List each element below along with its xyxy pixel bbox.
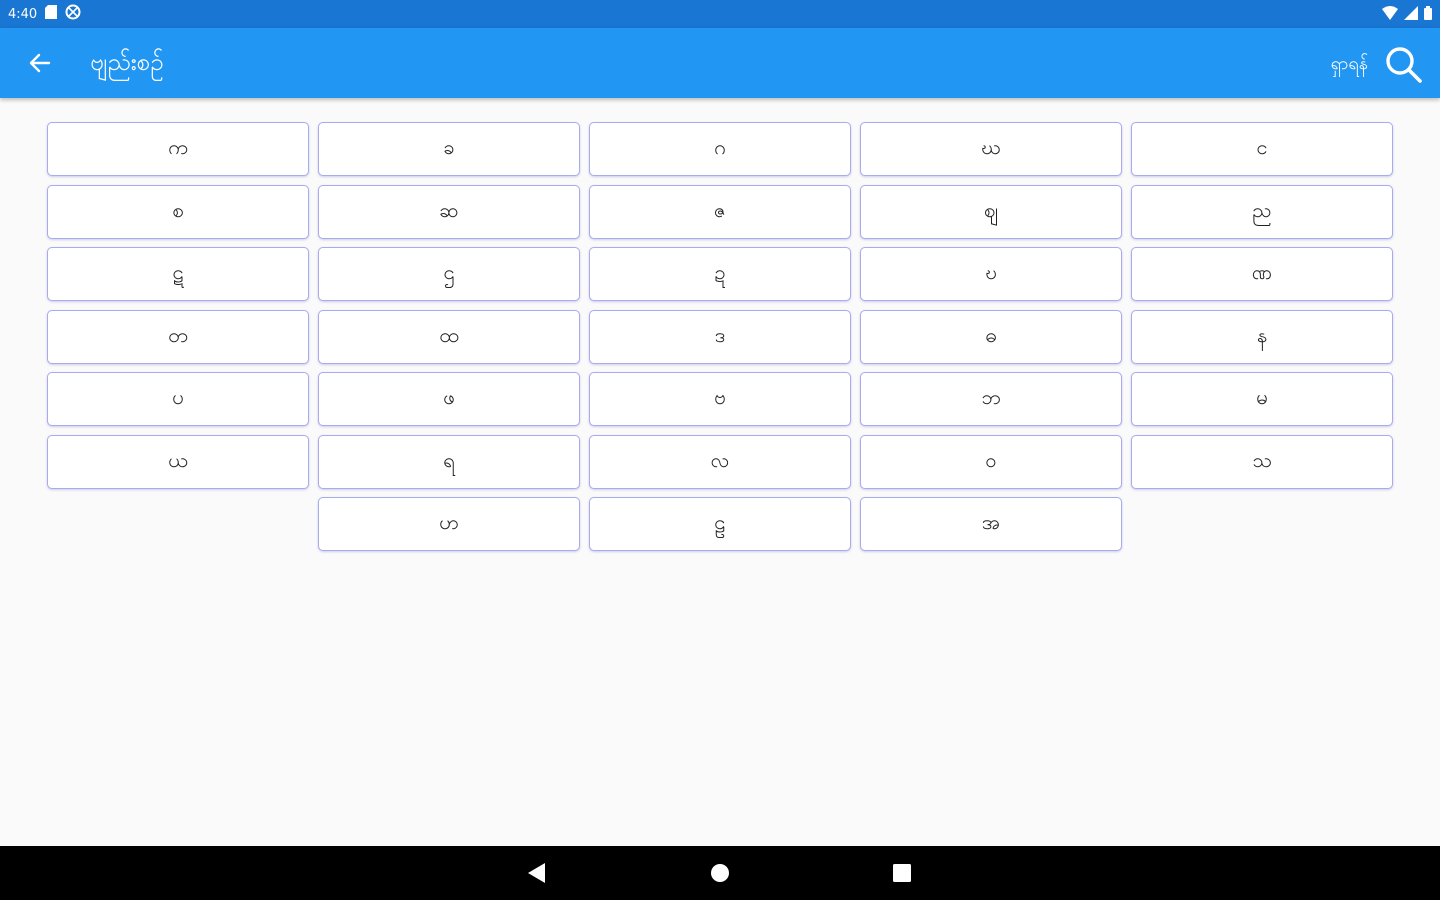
letter-key[interactable]: ဇ — [589, 185, 851, 239]
letter-key[interactable]: ဠ — [589, 497, 851, 551]
letter-key[interactable]: ဂ — [589, 122, 851, 176]
letter-grid: ကခဂဃငစဆဇဈညဋဌဍဎဏတထဒဓနပဖဗဘမယရလဝသဟဠအ — [0, 0, 1440, 846]
letter-key[interactable]: ခ — [318, 122, 580, 176]
letter-key[interactable]: ဋ — [47, 247, 309, 301]
letter-key[interactable]: ယ — [47, 435, 309, 489]
nav-home-button[interactable] — [705, 858, 735, 888]
square-recents-icon — [893, 864, 911, 882]
letter-key[interactable]: ဝ — [860, 435, 1122, 489]
triangle-back-icon — [528, 863, 545, 883]
circle-home-icon — [711, 864, 729, 882]
letter-key[interactable]: ဃ — [860, 122, 1122, 176]
letter-key[interactable]: က — [47, 122, 309, 176]
nav-recents-button[interactable] — [887, 858, 917, 888]
letter-key[interactable]: ဈ — [860, 185, 1122, 239]
letter-key[interactable]: ထ — [318, 310, 580, 364]
letter-key[interactable]: န — [1131, 310, 1393, 364]
letter-key[interactable]: လ — [589, 435, 851, 489]
letter-key[interactable]: ဌ — [318, 247, 580, 301]
letter-key[interactable]: ဗ — [589, 372, 851, 426]
letter-key[interactable]: ရ — [318, 435, 580, 489]
letter-key[interactable]: တ — [47, 310, 309, 364]
letter-key[interactable]: သ — [1131, 435, 1393, 489]
letter-key[interactable]: မ — [1131, 372, 1393, 426]
letter-key[interactable]: ဒ — [589, 310, 851, 364]
letter-key[interactable]: ဖ — [318, 372, 580, 426]
letter-key[interactable]: ည — [1131, 185, 1393, 239]
nav-back-button[interactable] — [522, 858, 552, 888]
letter-key[interactable]: ဆ — [318, 185, 580, 239]
letter-key[interactable]: စ — [47, 185, 309, 239]
letter-key[interactable]: ဎ — [860, 247, 1122, 301]
navigation-bar — [0, 846, 1440, 900]
letter-key[interactable]: ဘ — [860, 372, 1122, 426]
letter-key[interactable]: ပ — [47, 372, 309, 426]
letter-key[interactable]: ဓ — [860, 310, 1122, 364]
letter-key[interactable]: ဏ — [1131, 247, 1393, 301]
letter-key[interactable]: င — [1131, 122, 1393, 176]
letter-key[interactable]: အ — [860, 497, 1122, 551]
letter-key[interactable]: ဟ — [318, 497, 580, 551]
letter-key[interactable]: ဍ — [589, 247, 851, 301]
